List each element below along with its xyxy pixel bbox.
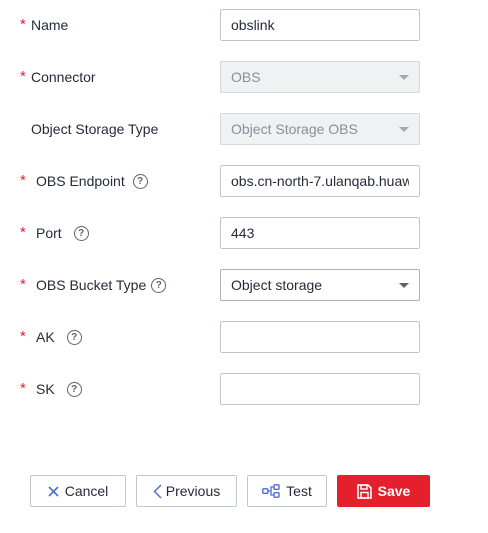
- help-icon[interactable]: ?: [66, 329, 82, 345]
- obs-endpoint-label-wrap: OBS Endpoint ?: [36, 165, 148, 197]
- name-row: * Name: [0, 9, 488, 41]
- ak-label: AK: [36, 329, 55, 345]
- bucket-type-row: * OBS Bucket Type ? Object storage: [0, 269, 488, 301]
- chevron-left-icon: [153, 483, 162, 499]
- cancel-button[interactable]: Cancel: [30, 475, 126, 507]
- object-storage-type-row: Object Storage Type Object Storage OBS: [0, 113, 488, 145]
- required-mark: *: [20, 172, 26, 189]
- save-label: Save: [377, 483, 411, 499]
- save-button[interactable]: Save: [337, 475, 430, 507]
- ak-input[interactable]: [231, 322, 409, 352]
- required-mark: *: [20, 68, 26, 85]
- object-storage-type-select: Object Storage OBS: [220, 113, 420, 145]
- connector-value: OBS: [231, 69, 261, 85]
- required-mark: *: [20, 328, 26, 345]
- connector-row: * Connector OBS: [0, 61, 488, 93]
- object-storage-type-value: Object Storage OBS: [231, 121, 358, 137]
- obs-endpoint-input[interactable]: [231, 166, 409, 196]
- help-icon[interactable]: ?: [73, 225, 89, 241]
- name-label: Name: [31, 17, 69, 33]
- connector-label: Connector: [31, 69, 96, 85]
- obs-endpoint-row: * OBS Endpoint ?: [0, 165, 488, 197]
- bucket-type-select[interactable]: Object storage: [220, 269, 420, 301]
- connection-test-icon: [262, 484, 280, 498]
- port-field[interactable]: [220, 217, 420, 249]
- chevron-down-icon: [399, 127, 409, 132]
- previous-label: Previous: [165, 483, 221, 499]
- help-icon[interactable]: ?: [151, 277, 167, 293]
- port-input[interactable]: [231, 218, 409, 248]
- help-icon[interactable]: ?: [132, 173, 148, 189]
- obs-endpoint-label: OBS Endpoint: [36, 173, 125, 189]
- bucket-type-label: OBS Bucket Type: [36, 277, 147, 293]
- ak-label-wrap: AK ?: [36, 321, 82, 353]
- sk-input[interactable]: [231, 374, 409, 404]
- required-mark: *: [20, 380, 26, 397]
- sk-row: * SK ?: [0, 373, 488, 405]
- sk-field[interactable]: [220, 373, 420, 405]
- previous-button[interactable]: Previous: [136, 475, 237, 507]
- port-row: * Port ?: [0, 217, 488, 249]
- port-label: Port: [36, 225, 62, 241]
- test-button[interactable]: Test: [247, 475, 327, 507]
- chevron-down-icon: [399, 283, 409, 288]
- name-input[interactable]: [231, 10, 409, 40]
- test-label: Test: [286, 483, 312, 499]
- help-icon[interactable]: ?: [66, 381, 82, 397]
- bucket-type-label-wrap: OBS Bucket Type ?: [36, 269, 167, 301]
- chevron-down-icon: [399, 75, 409, 80]
- connector-select: OBS: [220, 61, 420, 93]
- required-mark: *: [20, 16, 26, 33]
- cancel-label: Cancel: [64, 483, 109, 499]
- ak-row: * AK ?: [0, 321, 488, 353]
- sk-label-wrap: SK ?: [36, 373, 82, 405]
- required-mark: *: [20, 224, 26, 241]
- bucket-type-value: Object storage: [231, 277, 323, 293]
- close-icon: [48, 485, 59, 497]
- object-storage-type-label: Object Storage Type: [31, 121, 159, 137]
- obs-endpoint-field[interactable]: [220, 165, 420, 197]
- ak-field[interactable]: [220, 321, 420, 353]
- port-label-wrap: Port ?: [36, 217, 89, 249]
- name-field[interactable]: [220, 9, 420, 41]
- save-icon: [356, 483, 372, 499]
- sk-label: SK: [36, 381, 55, 397]
- required-mark: *: [20, 276, 26, 293]
